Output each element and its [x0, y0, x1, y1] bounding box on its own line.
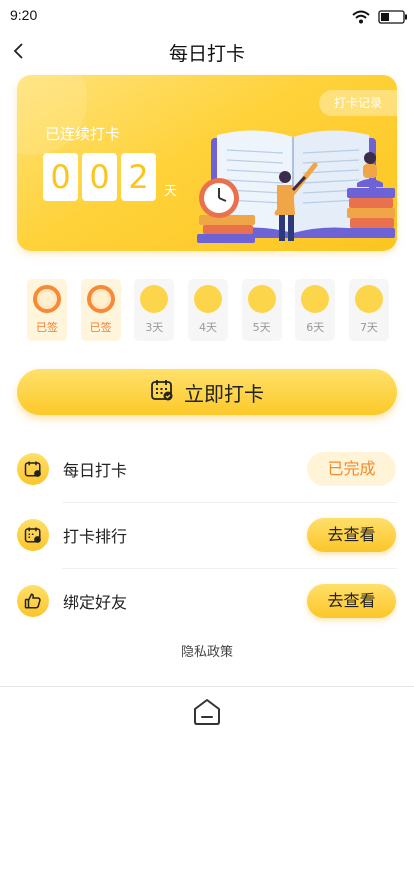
coin-icon — [354, 285, 383, 313]
view-friends-button[interactable]: 去查看 — [307, 584, 396, 618]
coin-icon — [247, 285, 276, 313]
day-label: 3天 — [145, 321, 164, 334]
streak-counter: 0 0 2 天 — [43, 153, 177, 201]
wifi-icon — [352, 9, 370, 28]
task-row-bind-friends: 绑定好友 去查看 — [0, 569, 414, 635]
streak-digit: 2 — [121, 153, 156, 201]
day-label: 6天 — [306, 321, 325, 334]
bottom-divider — [0, 686, 414, 687]
coin-icon — [193, 285, 222, 313]
streak-unit: 天 — [164, 184, 178, 199]
day-cell: 3天 — [134, 279, 175, 341]
checkin-button[interactable]: 立即打卡 — [17, 369, 397, 415]
day-cell: 6天 — [295, 279, 336, 341]
day-label: 已签 — [36, 321, 58, 334]
task-row-ranking: 打卡排行 去查看 — [0, 503, 414, 569]
task-label: 绑定好友 — [63, 593, 128, 612]
task-label: 打卡排行 — [63, 527, 128, 546]
privacy-policy-link[interactable]: 隐私政策 — [0, 641, 414, 660]
coin-icon — [301, 285, 330, 313]
day-label: 已签 — [89, 321, 112, 334]
task-label: 每日打卡 — [63, 461, 128, 480]
checkin-button-label: 立即打卡 — [184, 381, 264, 406]
day-cell: 已签 — [80, 279, 121, 341]
calendar-rank-icon — [17, 519, 49, 551]
home-icon[interactable] — [191, 697, 223, 731]
battery-icon — [378, 9, 408, 28]
signed-coin-icon — [33, 285, 61, 313]
nav-bar: 每日打卡 — [0, 32, 414, 72]
status-time: 9:20 — [10, 7, 38, 23]
signed-coin-icon — [86, 285, 115, 313]
coin-icon — [140, 285, 169, 313]
reading-illustration — [197, 130, 395, 243]
weekly-checkin-row: 已签 已签 3天 4天 5天 6天 7天 — [27, 279, 389, 341]
calendar-check-icon — [17, 453, 49, 485]
calendar-check-icon — [150, 378, 174, 406]
day-cell: 已签 — [27, 279, 67, 341]
streak-label: 已连续打卡 — [45, 125, 121, 143]
checkin-record-button[interactable]: 打卡记录 — [319, 90, 397, 116]
thumbs-up-icon — [17, 585, 49, 617]
task-list: 每日打卡 已完成 打卡排行 去查看 绑定好友 去查看 — [0, 437, 414, 635]
day-cell: 7天 — [348, 279, 389, 341]
view-ranking-button[interactable]: 去查看 — [307, 518, 396, 552]
day-cell: 4天 — [187, 279, 228, 341]
day-label: 7天 — [359, 321, 378, 334]
day-label: 4天 — [198, 321, 217, 334]
page-title: 每日打卡 — [168, 43, 245, 65]
status-bar: 9:20 — [0, 0, 414, 32]
day-label: 5天 — [252, 321, 271, 334]
day-cell: 5天 — [241, 279, 282, 341]
task-row-daily-checkin: 每日打卡 已完成 — [0, 437, 414, 503]
task-status-button[interactable]: 已完成 — [307, 452, 396, 486]
streak-digit: 0 — [43, 153, 78, 201]
streak-digit: 0 — [82, 153, 117, 201]
streak-banner: 打卡记录 已连续打卡 0 0 2 天 — [17, 75, 397, 251]
